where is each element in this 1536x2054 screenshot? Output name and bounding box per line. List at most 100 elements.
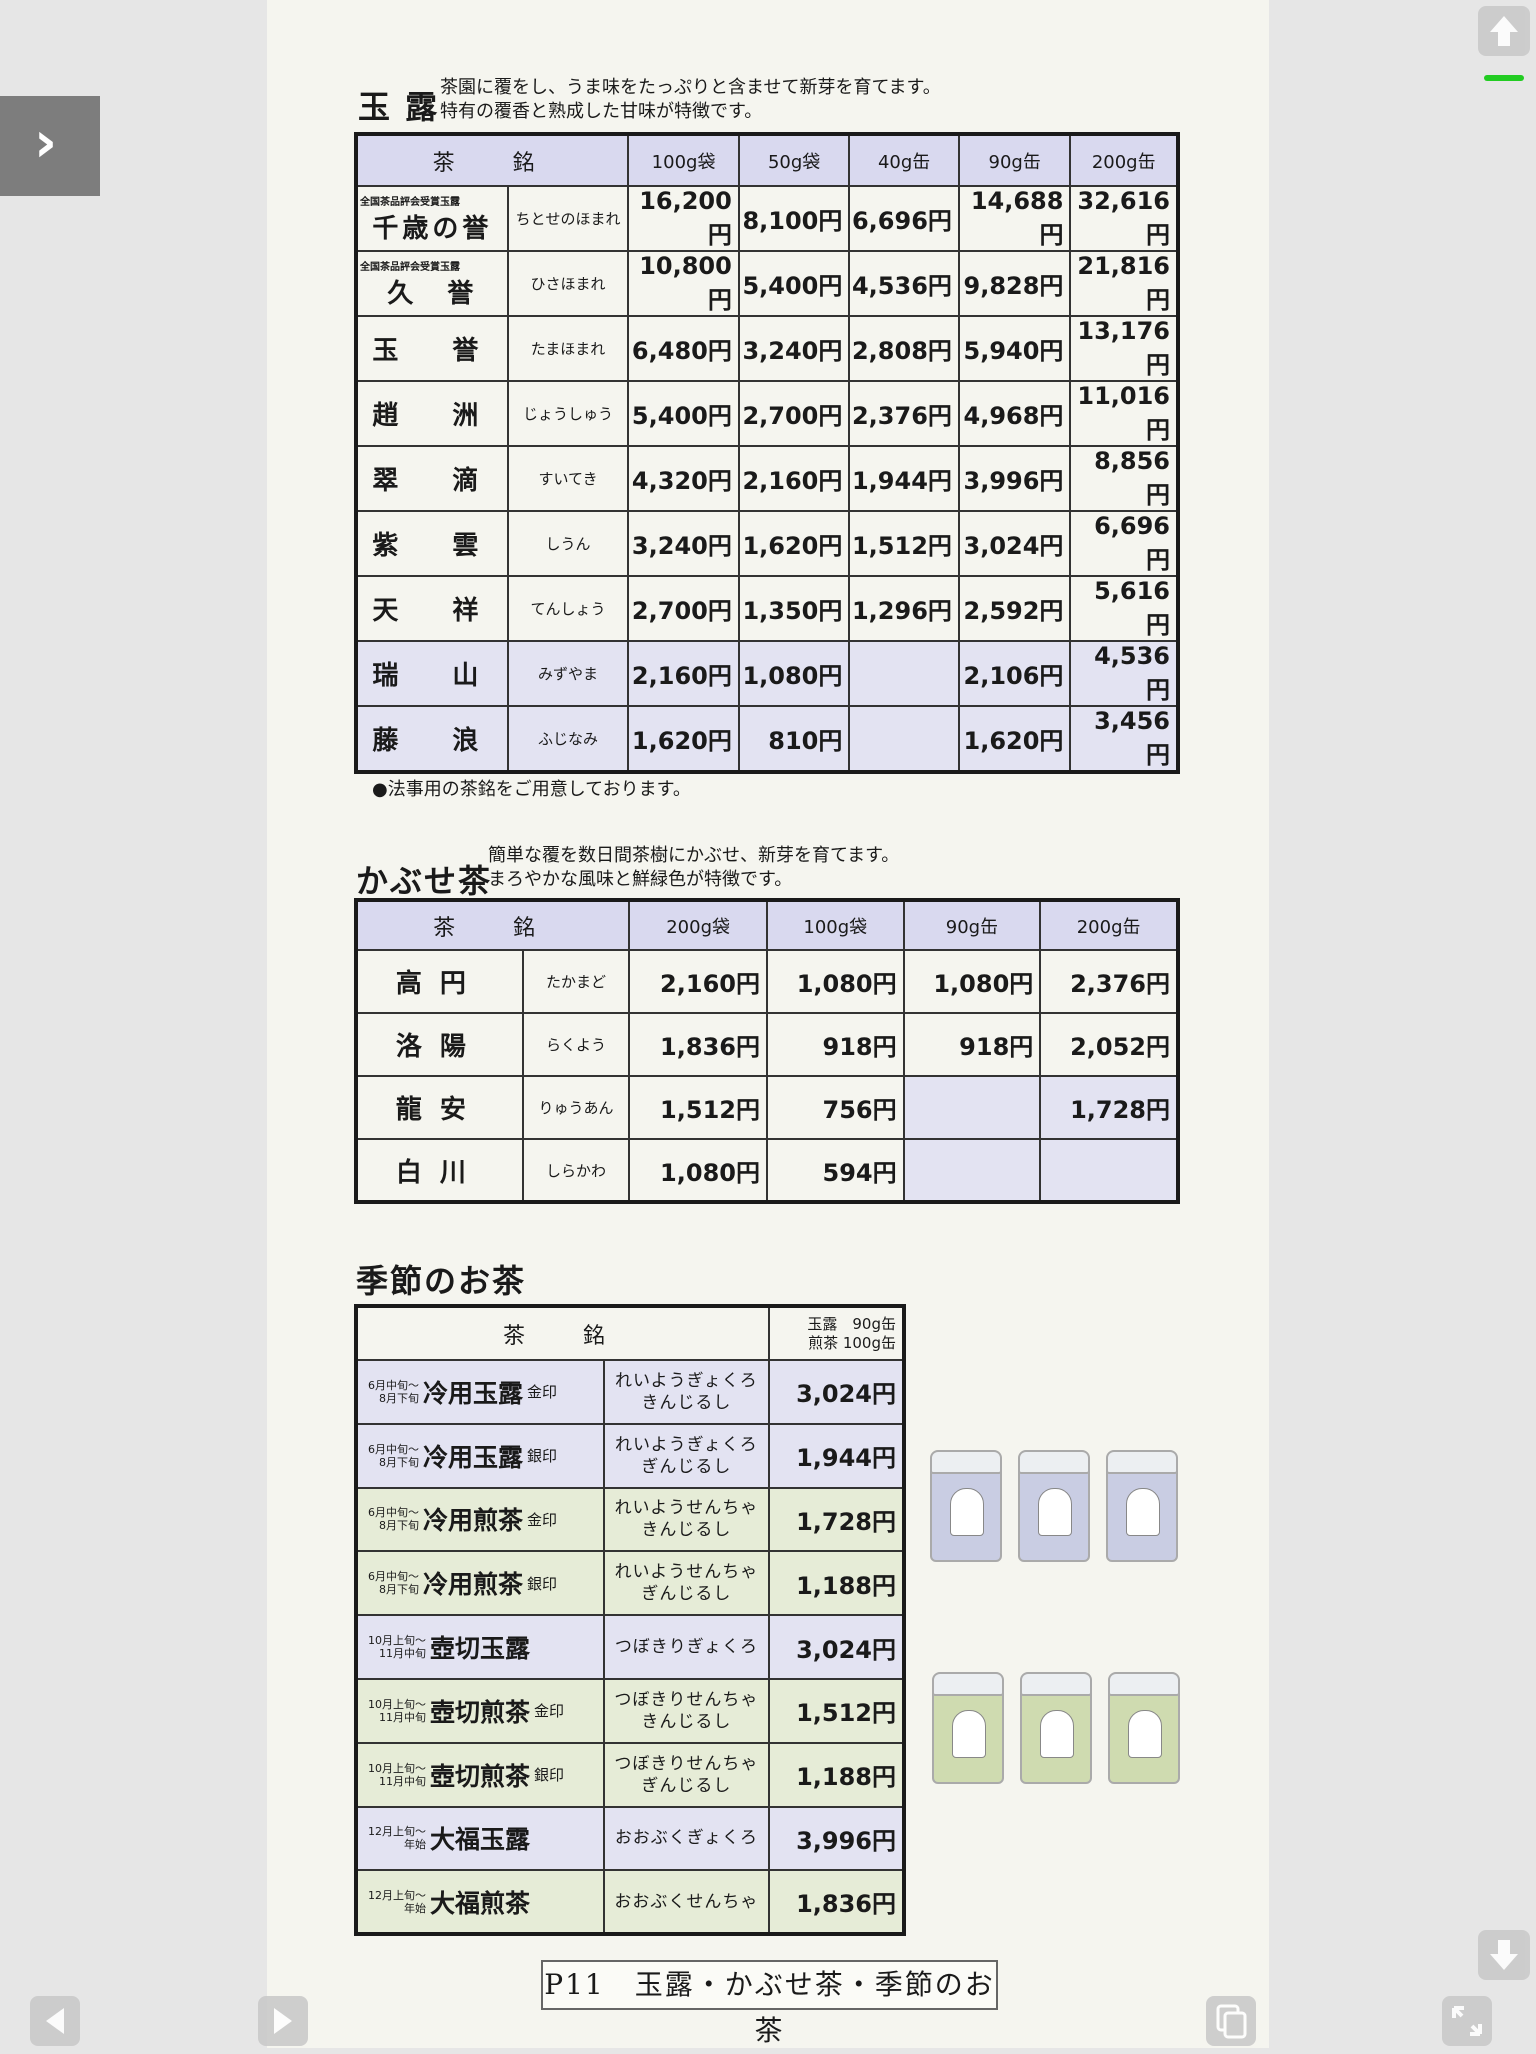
season-period: 10月上旬～ 11月中旬	[368, 1762, 426, 1788]
open-sidebar-button[interactable]: ›	[0, 96, 100, 196]
period-end: 11月中旬	[379, 1710, 426, 1724]
header-cell: 40g缶	[848, 133, 960, 187]
tea-reading: れいようせんちゃ ぎんじるし	[602, 1550, 771, 1617]
price-cell: 756円	[765, 1075, 905, 1140]
period-start: 10月上旬～	[368, 1634, 426, 1648]
period-start: 12月上旬～	[368, 1825, 426, 1839]
period-end: 8月下旬	[379, 1455, 419, 1469]
header-cell: 100g袋	[627, 133, 740, 187]
period-end: 11月中旬	[379, 1774, 426, 1788]
period-end: 8月下旬	[379, 1583, 419, 1597]
page-caption: P11 玉露・かぶせ茶・季節のお茶	[541, 1960, 998, 2047]
price-cell: 1,296円	[848, 575, 960, 642]
price-cell: 16,200円	[627, 185, 740, 252]
fullscreen-button[interactable]	[1442, 1996, 1492, 2046]
season-period: 6月中旬～ 8月下旬	[368, 1570, 419, 1596]
price-cell: 3,024円	[768, 1359, 905, 1425]
tea-name: 冷用煎茶	[423, 1506, 524, 1536]
price-cell: 594円	[765, 1138, 905, 1203]
tea-name: 白川	[355, 1138, 524, 1203]
price-cell: 2,160円	[737, 445, 851, 512]
price-cell: 5,940円	[957, 315, 1072, 382]
price-cell: 10,800円	[627, 250, 740, 317]
price-cell: 2,700円	[737, 380, 851, 447]
table-row: 6月中旬～ 8月下旬 冷用煎茶 金印 れいようせんちゃ きんじるし 1,728円	[355, 1486, 905, 1553]
price-cell: 1,944円	[768, 1422, 905, 1489]
tea-reading: れいようせんちゃ きんじるし	[602, 1486, 771, 1553]
price-cell: 9,828円	[957, 250, 1072, 317]
tea-name-cell: 翠 滴	[355, 445, 509, 512]
tea-name: 紫 雲	[372, 531, 493, 561]
table-row: 12月上旬～ 年始 大福煎茶 おおぶくせんちゃ 1,836円	[355, 1869, 905, 1936]
price-cell: 5,616円	[1069, 575, 1179, 642]
header-cell: 200g缶	[1069, 133, 1179, 187]
tea-name: 壺切玉露	[430, 1634, 531, 1664]
reading-line-1: つぼきりぎょくろ	[614, 1637, 758, 1658]
price-cell	[848, 705, 960, 773]
tea-name: 久 誉	[387, 278, 478, 309]
price-cell: 8,100円	[737, 185, 851, 252]
price-cell: 3,456円	[1069, 705, 1179, 773]
price-cell: 5,400円	[627, 380, 740, 447]
table-row: 趙 洲じょうしゅう 5,400円 2,700円 2,376円 4,968円 11,016円	[355, 380, 1179, 447]
season-price-table: 茶 銘玉露 90g缶 煎茶 100g缶 6月中旬～ 8月下旬 冷用玉露 金印 れいようぎょく…	[354, 1304, 906, 1937]
reading-line-1: おおぶくせんちゃ	[614, 1891, 759, 1912]
grade-label: 銀印	[527, 1574, 558, 1593]
price-cell: 6,696円	[848, 185, 960, 252]
season-period: 12月上旬～ 年始	[368, 1889, 426, 1915]
price-cell: 14,688円	[957, 185, 1072, 252]
kabuse-title: かぶせ茶	[356, 862, 493, 900]
period-start: 10月上旬～	[368, 1697, 426, 1711]
price-cell: 3,024円	[957, 510, 1072, 577]
tea-reading: おおぶくぎょくろ	[602, 1805, 771, 1872]
price-cell: 1,620円	[737, 510, 851, 577]
table-row: 翠 滴すいてき 4,320円 2,160円 1,944円 3,996円 8,856円	[355, 445, 1179, 512]
price-cell	[848, 640, 960, 707]
price-cell: 1,620円	[957, 705, 1072, 773]
table-row: 6月中旬～ 8月下旬 冷用煎茶 銀印 れいようせんちゃ ぎんじるし 1,188円	[355, 1550, 905, 1617]
table-header-row: 茶 銘 100g袋 50g袋 40g缶 90g缶 200g缶	[354, 133, 1179, 187]
copy-pages-icon	[1216, 2004, 1247, 2039]
period-start: 6月中旬～	[368, 1442, 419, 1456]
price-cell: 1,728円	[1039, 1075, 1179, 1140]
tea-name: 冷用玉露	[423, 1378, 524, 1408]
price-cell: 1,512円	[628, 1075, 768, 1140]
reading-line-2: きんじるし	[641, 1711, 732, 1732]
kabuse-price-table: 茶 銘 200g袋 100g袋 90g缶 200g缶 高円 たかまど 2,160円 1,080円…	[354, 898, 1180, 1204]
tea-name-cell: 6月中旬～ 8月下旬 冷用煎茶 金印	[355, 1486, 605, 1553]
price-cell	[902, 1075, 1042, 1140]
header-cell: 90g缶	[902, 899, 1042, 951]
season-period: 6月中旬～ 8月下旬	[368, 1506, 419, 1532]
page-overview-button[interactable]	[1206, 1996, 1256, 2046]
header-price-gyokuro: 玉露 90g缶	[807, 1314, 896, 1333]
season-period: 12月上旬～ 年始	[368, 1825, 426, 1851]
season-period: 10月上旬～ 11月中旬	[368, 1634, 426, 1660]
next-page-button[interactable]	[258, 1996, 308, 2046]
table-row: 全国茶品評会受賞玉露 千歳の誉 ちとせのほまれ 16,200円 8,100円 6,696円…	[355, 185, 1179, 252]
tea-name-cell: 12月上旬～ 年始 大福玉露	[355, 1805, 605, 1872]
gyokuro-title: 玉 露	[358, 88, 440, 126]
tea-name: 千歳の誉	[372, 213, 493, 244]
price-cell: 4,320円	[627, 445, 740, 512]
price-cell: 11,016円	[1069, 380, 1179, 447]
price-cell: 8,856円	[1069, 445, 1179, 512]
tea-name-cell: 天 祥	[355, 575, 509, 642]
table-row: 10月上旬～ 11月中旬 壺切煎茶 金印 つぼきりせんちゃ きんじるし 1,512円	[355, 1677, 905, 1744]
price-cell: 1,080円	[628, 1138, 768, 1203]
price-cell	[1039, 1138, 1179, 1203]
price-cell: 1,512円	[768, 1677, 905, 1744]
table-row: 10月上旬～ 11月中旬 壺切煎茶 銀印 つぼきりせんちゃ ぎんじるし 1,188円	[355, 1741, 905, 1808]
price-cell: 1,944円	[848, 445, 960, 512]
tea-reading: しうん	[506, 510, 630, 577]
page-up-button[interactable]	[1478, 6, 1530, 56]
reading-line-2: ぎんじるし	[641, 1584, 732, 1605]
tea-reading: たまほまれ	[506, 315, 630, 382]
previous-page-button[interactable]	[30, 1996, 80, 2046]
scroll-indicator	[1484, 75, 1524, 81]
page-down-button[interactable]	[1478, 1930, 1530, 1980]
period-end: 年始	[404, 1838, 426, 1852]
table-header-row: 茶 銘玉露 90g缶 煎茶 100g缶	[355, 1305, 905, 1361]
tea-name: 洛陽	[355, 1012, 524, 1077]
period-start: 12月上旬～	[368, 1888, 426, 1902]
tea-name: 壺切煎茶	[430, 1761, 531, 1791]
